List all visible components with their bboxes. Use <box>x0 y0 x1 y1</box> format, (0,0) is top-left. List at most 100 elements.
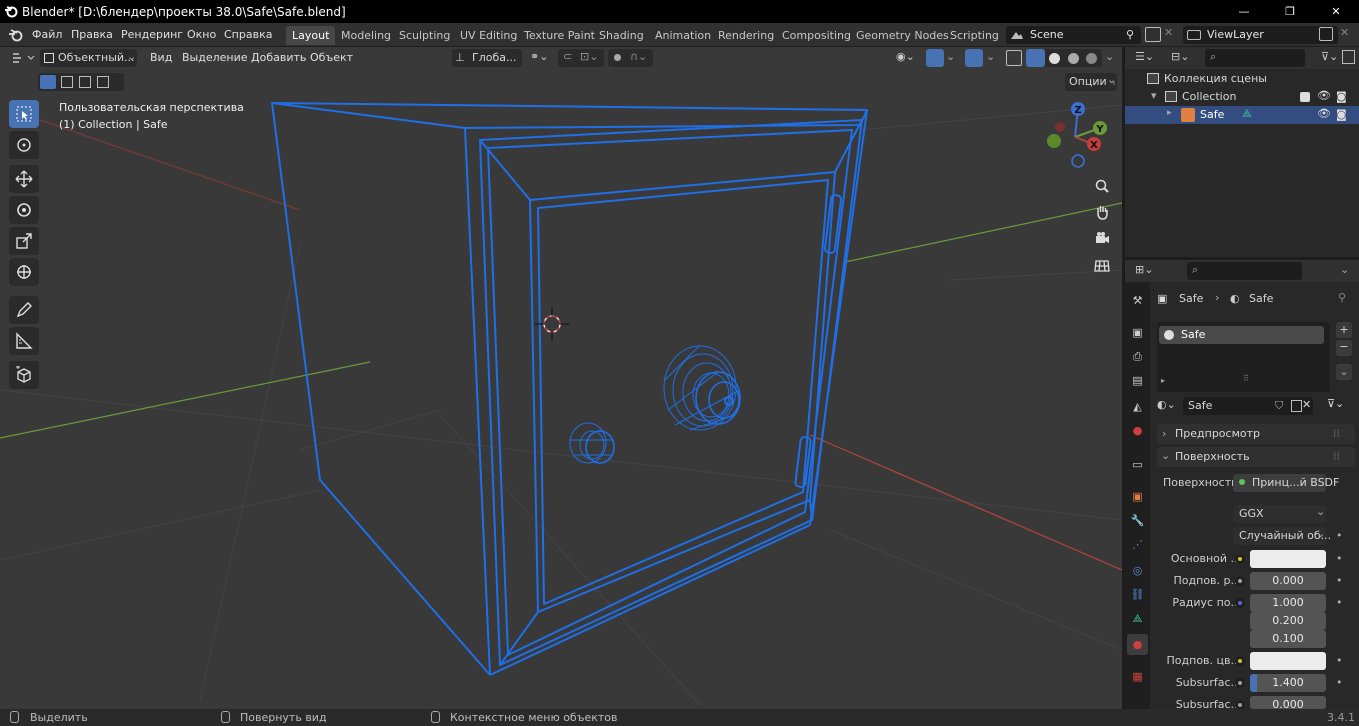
tab-texture-paint[interactable]: Texture Paint <box>518 26 601 45</box>
proportional-edit-toggle[interactable]: ∩⌄ <box>608 49 653 67</box>
radius-z-value[interactable]: 0.100 <box>1250 630 1326 648</box>
tab-animation[interactable]: Animation <box>649 26 717 45</box>
distribution-dropdown[interactable]: GGX ⌄ <box>1233 505 1326 523</box>
editor-type-icon[interactable] <box>10 50 36 66</box>
pivot-icon[interactable]: ⚭⌄ <box>530 50 548 63</box>
rotate-tool[interactable] <box>9 196 39 224</box>
remove-slot-button[interactable]: − <box>1336 340 1352 356</box>
surface-shader-field[interactable]: Принц...й BSDF <box>1233 474 1339 492</box>
subsurface-ior-field[interactable]: 1.400 <box>1250 674 1326 692</box>
subsurface-value[interactable]: 0.000 <box>1250 572 1326 590</box>
tab-output[interactable]: ⎙ <box>1127 346 1148 367</box>
float-socket-icon[interactable] <box>1235 678 1245 688</box>
menu-file[interactable]: Файл <box>32 28 62 41</box>
view-layer-selector[interactable]: ViewLayer <box>1183 26 1338 44</box>
select-subtract-button[interactable] <box>79 76 91 88</box>
outliner-search-input[interactable]: ⌕ <box>1205 49 1305 67</box>
add-cube-tool[interactable] <box>9 361 39 389</box>
tab-scene[interactable]: ◭ <box>1127 396 1148 417</box>
socket-dot-icon[interactable]: • <box>1336 552 1343 565</box>
subsurface-method-dropdown[interactable]: Случайный об... ⌄ <box>1233 527 1331 545</box>
gizmo-toggle[interactable] <box>926 49 944 67</box>
resize-handle-icon[interactable]: ⠿ <box>1243 374 1249 383</box>
close-button[interactable]: ✕ <box>1313 0 1359 23</box>
tab-data[interactable]: ⟁ <box>1127 608 1148 629</box>
rendered-shading-button[interactable] <box>1086 53 1097 64</box>
pin-icon[interactable]: ⚲ <box>1338 291 1346 304</box>
drag-handle-icon[interactable]: ⁞⁞ <box>1333 450 1340 463</box>
tab-compositing[interactable]: Compositing <box>776 26 857 45</box>
cursor-tool[interactable] <box>9 131 39 159</box>
menu-edit[interactable]: Правка <box>71 28 113 41</box>
material-name-field[interactable]: Safe ⛉ <box>1183 397 1313 415</box>
tab-constraints[interactable]: ⛓ <box>1127 584 1148 605</box>
tab-uv-editing[interactable]: UV Editing <box>454 26 523 45</box>
pin-icon[interactable]: ⚲ <box>1126 26 1134 44</box>
select-invert-button[interactable] <box>97 76 109 88</box>
menu-view[interactable]: Вид <box>150 51 172 64</box>
tab-tool[interactable]: ⚒ <box>1127 290 1148 311</box>
tab-physics[interactable]: ◎ <box>1127 560 1148 581</box>
material-slot-item[interactable]: Safe <box>1159 326 1324 344</box>
subsurface-color-swatch[interactable] <box>1250 652 1326 670</box>
tab-sculpting[interactable]: Sculpting <box>393 26 456 45</box>
tab-texture[interactable]: ▦ <box>1127 666 1148 687</box>
tab-modeling[interactable]: Modeling <box>335 26 397 45</box>
expand-arrow-icon[interactable]: ▸ <box>1161 376 1165 385</box>
material-browse-icon[interactable]: ◐⌄ <box>1157 398 1176 411</box>
socket-dot-icon[interactable]: • <box>1336 596 1343 609</box>
panel-surface[interactable]: ⌄ Поверхность ⁞⁞ <box>1157 447 1355 467</box>
transform-tool[interactable] <box>9 258 39 286</box>
outliner-editor-icon[interactable]: ☰⌄ <box>1135 50 1154 63</box>
snap-toggle[interactable]: ⊂ ⊡⌄ <box>558 49 604 67</box>
properties-editor-icon[interactable]: ⊞⌄ <box>1135 263 1153 276</box>
options-dropdown[interactable]: Опции ⌄ <box>1065 73 1117 91</box>
scene-selector[interactable]: Scene ⚲ <box>1006 26 1141 44</box>
measure-tool[interactable] <box>9 327 39 355</box>
tab-material[interactable]: ● <box>1127 634 1148 655</box>
socket-dot-icon[interactable]: • <box>1336 654 1343 667</box>
exclude-checkbox[interactable] <box>1300 92 1310 102</box>
tab-layout[interactable]: Layout <box>286 26 336 45</box>
overlays-toggle[interactable] <box>965 49 983 67</box>
select-extend-button[interactable] <box>61 76 73 88</box>
outliner-row-collection[interactable]: ▾ Collection 👁 ◙ <box>1125 88 1359 106</box>
radius-y-value[interactable]: 0.200 <box>1250 612 1326 630</box>
3d-viewport[interactable]: Объектный... ⌄ Вид Выделение Добавить Об… <box>0 47 1122 709</box>
material-slots-list[interactable]: Safe ▸ ⠿ <box>1157 322 1330 392</box>
panel-preview[interactable]: › Предпросмотр ⁞⁞ <box>1157 424 1355 444</box>
tab-rendering[interactable]: Rendering <box>712 26 780 45</box>
node-link-icon[interactable]: ⊽⌄ <box>1327 397 1344 410</box>
tab-particles[interactable]: ⋰ <box>1127 534 1148 555</box>
float-socket-icon[interactable] <box>1235 576 1245 586</box>
filter-icon[interactable]: ⊽⌄ <box>1321 50 1338 63</box>
transform-orientation-dropdown[interactable]: ⊥ Глоба... <box>452 49 522 67</box>
menu-add[interactable]: Добавить <box>251 51 306 64</box>
select-box-tool[interactable] <box>9 100 39 128</box>
socket-dot-icon[interactable]: • <box>1336 574 1343 587</box>
tab-view-layer[interactable]: ▤ <box>1127 370 1148 391</box>
add-slot-button[interactable]: + <box>1336 322 1352 338</box>
outliner-row-scene-collection[interactable]: Коллекция сцены <box>1125 70 1359 88</box>
expand-arrow-icon[interactable]: ▸ <box>1167 108 1172 118</box>
menu-render[interactable]: Рендеринг <box>121 28 183 41</box>
tab-shading[interactable]: Shading <box>593 26 650 45</box>
tab-scripting[interactable]: Scripting <box>944 26 1005 45</box>
tab-geometry-nodes[interactable]: Geometry Nodes <box>850 26 955 45</box>
duplicate-icon[interactable] <box>1291 400 1302 412</box>
solid-shading-button[interactable] <box>1049 53 1060 64</box>
mesh-data-icon[interactable]: ⟁ <box>1242 107 1252 121</box>
tab-collection[interactable]: ▭ <box>1127 454 1148 475</box>
tab-world[interactable]: ● <box>1127 420 1148 441</box>
vector-socket-icon[interactable] <box>1235 598 1245 608</box>
expand-arrow-icon[interactable]: ▾ <box>1151 89 1157 102</box>
new-scene-icon[interactable] <box>1145 27 1161 42</box>
eye-icon[interactable]: 👁 <box>1317 107 1331 120</box>
overlays-options-icon[interactable]: ⌄ <box>986 50 995 63</box>
camera-render-icon[interactable]: ◙ <box>1336 90 1347 103</box>
gizmo-options-icon[interactable]: ⌄ <box>946 50 955 63</box>
camera-render-icon[interactable]: ◙ <box>1336 108 1347 121</box>
delete-view-layer-icon[interactable]: ✕ <box>1340 26 1349 39</box>
new-collection-icon[interactable] <box>1342 50 1355 64</box>
material-shading-button[interactable] <box>1068 53 1079 64</box>
